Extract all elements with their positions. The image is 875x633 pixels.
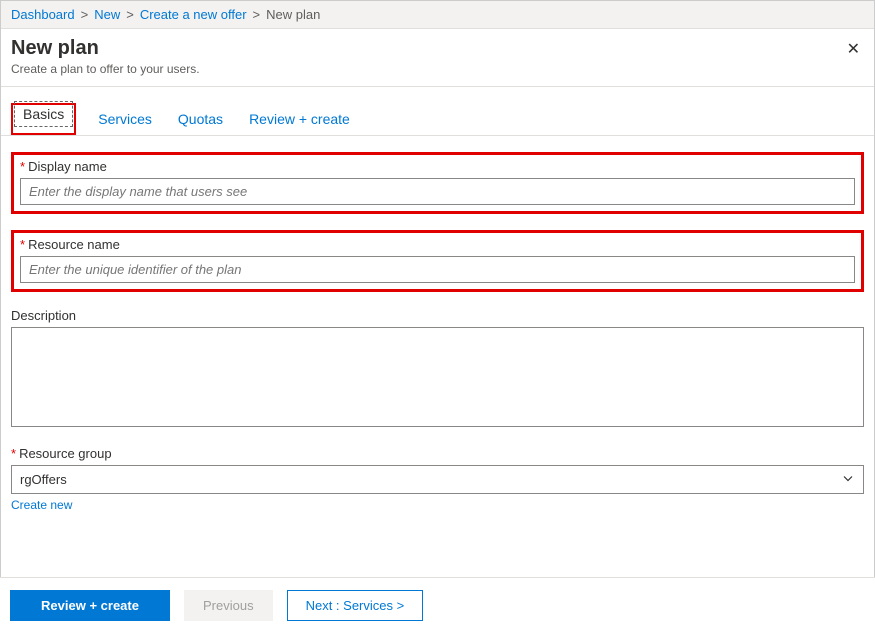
page-title: New plan [11,37,864,60]
resource-name-label: *Resource name [20,237,855,252]
breadcrumb-current: New plan [266,7,320,22]
tab-quotas[interactable]: Quotas [174,105,227,135]
breadcrumb: Dashboard > New > Create a new offer > N… [1,1,874,29]
page-header: New plan Create a plan to offer to your … [1,29,874,87]
required-asterisk: * [11,446,16,461]
tab-review[interactable]: Review + create [245,105,354,135]
tab-bar: Basics Services Quotas Review + create [1,87,874,136]
resource-group-label: *Resource group [11,446,864,461]
next-button[interactable]: Next : Services > [287,590,424,621]
field-display-name: *Display name [11,152,864,214]
review-create-button[interactable]: Review + create [10,590,170,621]
close-button[interactable]: ✕ [847,39,860,59]
breadcrumb-dashboard[interactable]: Dashboard [11,7,75,22]
resource-name-input[interactable] [20,256,855,283]
display-name-input[interactable] [20,178,855,205]
footer-bar: Review + create Previous Next : Services… [0,577,875,633]
required-asterisk: * [20,237,25,252]
chevron-right-icon: > [81,7,89,22]
breadcrumb-new[interactable]: New [94,7,120,22]
required-asterisk: * [20,159,25,174]
form-area: *Display name *Resource name Description… [1,136,874,538]
resource-group-select[interactable]: rgOffers [11,465,864,494]
description-input[interactable] [11,327,864,427]
breadcrumb-create-offer[interactable]: Create a new offer [140,7,247,22]
field-resource-name: *Resource name [11,230,864,292]
close-icon: ✕ [847,41,860,58]
chevron-right-icon: > [126,7,134,22]
display-name-label: *Display name [20,159,855,174]
tab-services[interactable]: Services [94,105,156,135]
field-resource-group: *Resource group rgOffers Create new [11,446,864,512]
field-description: Description [11,308,864,430]
create-new-link[interactable]: Create new [11,498,72,512]
page-subtitle: Create a plan to offer to your users. [11,62,864,76]
chevron-right-icon: > [253,7,261,22]
previous-button: Previous [184,590,273,621]
description-label: Description [11,308,864,323]
tab-basics[interactable]: Basics [14,101,73,127]
